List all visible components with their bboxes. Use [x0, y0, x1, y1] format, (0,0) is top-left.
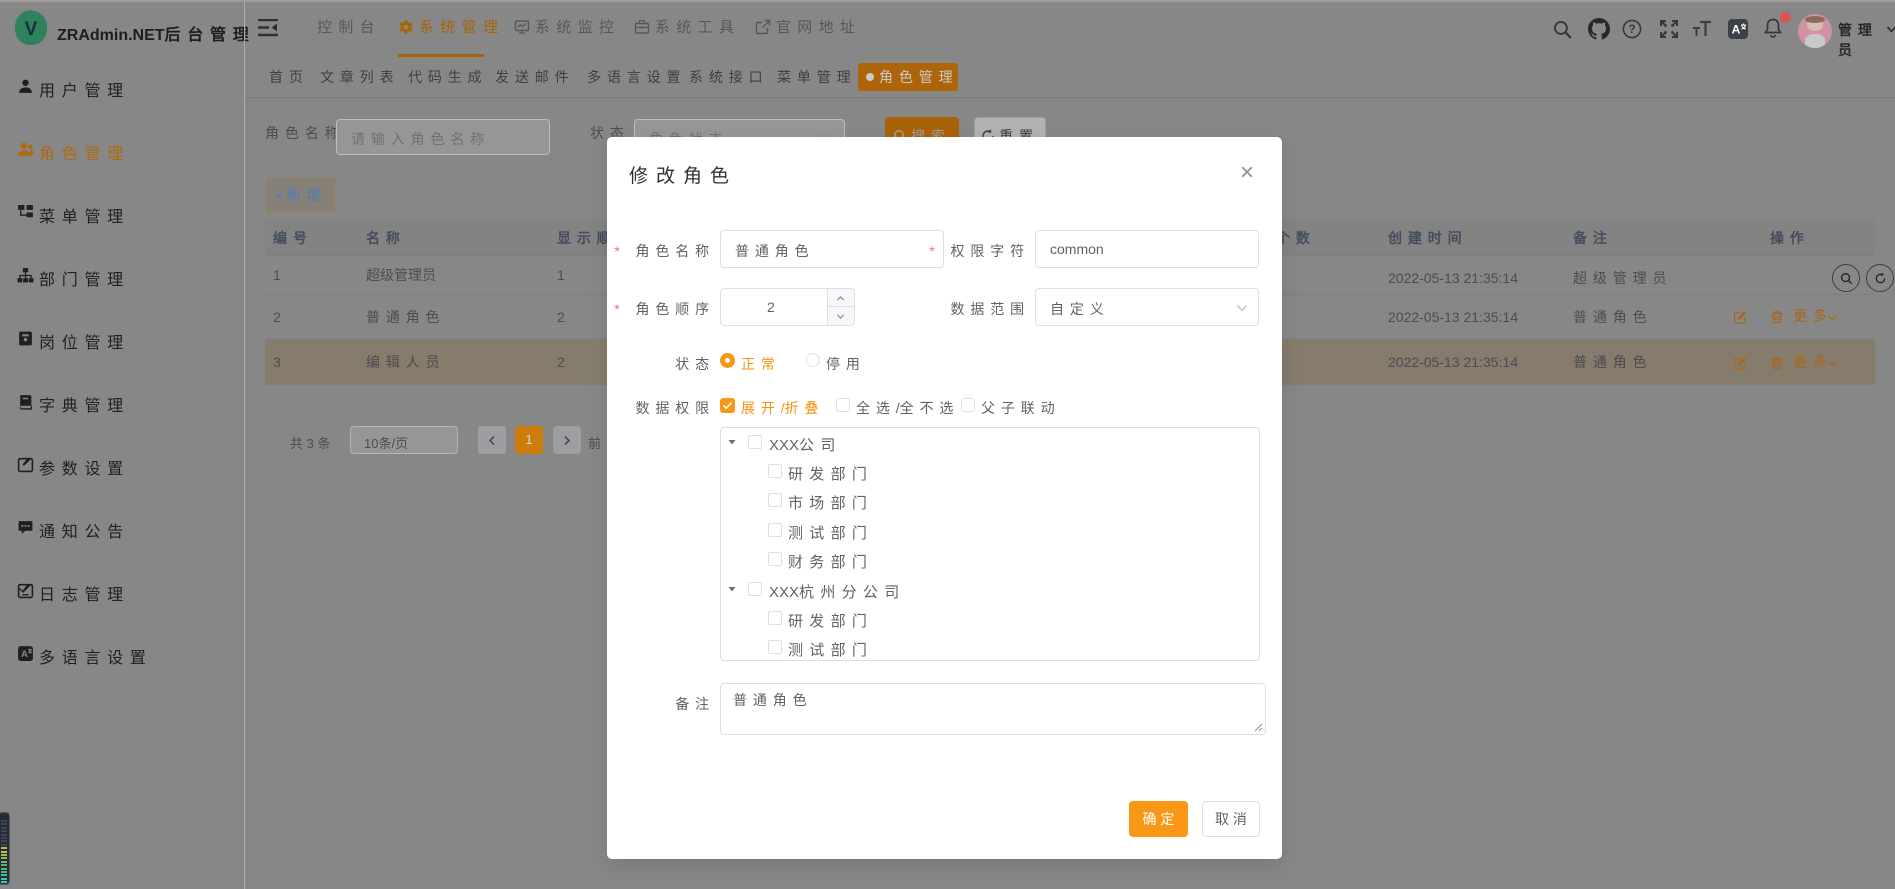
svg-text:A: A: [1732, 23, 1741, 37]
svg-text:V: V: [25, 19, 38, 40]
svg-text:?: ?: [1628, 24, 1635, 36]
